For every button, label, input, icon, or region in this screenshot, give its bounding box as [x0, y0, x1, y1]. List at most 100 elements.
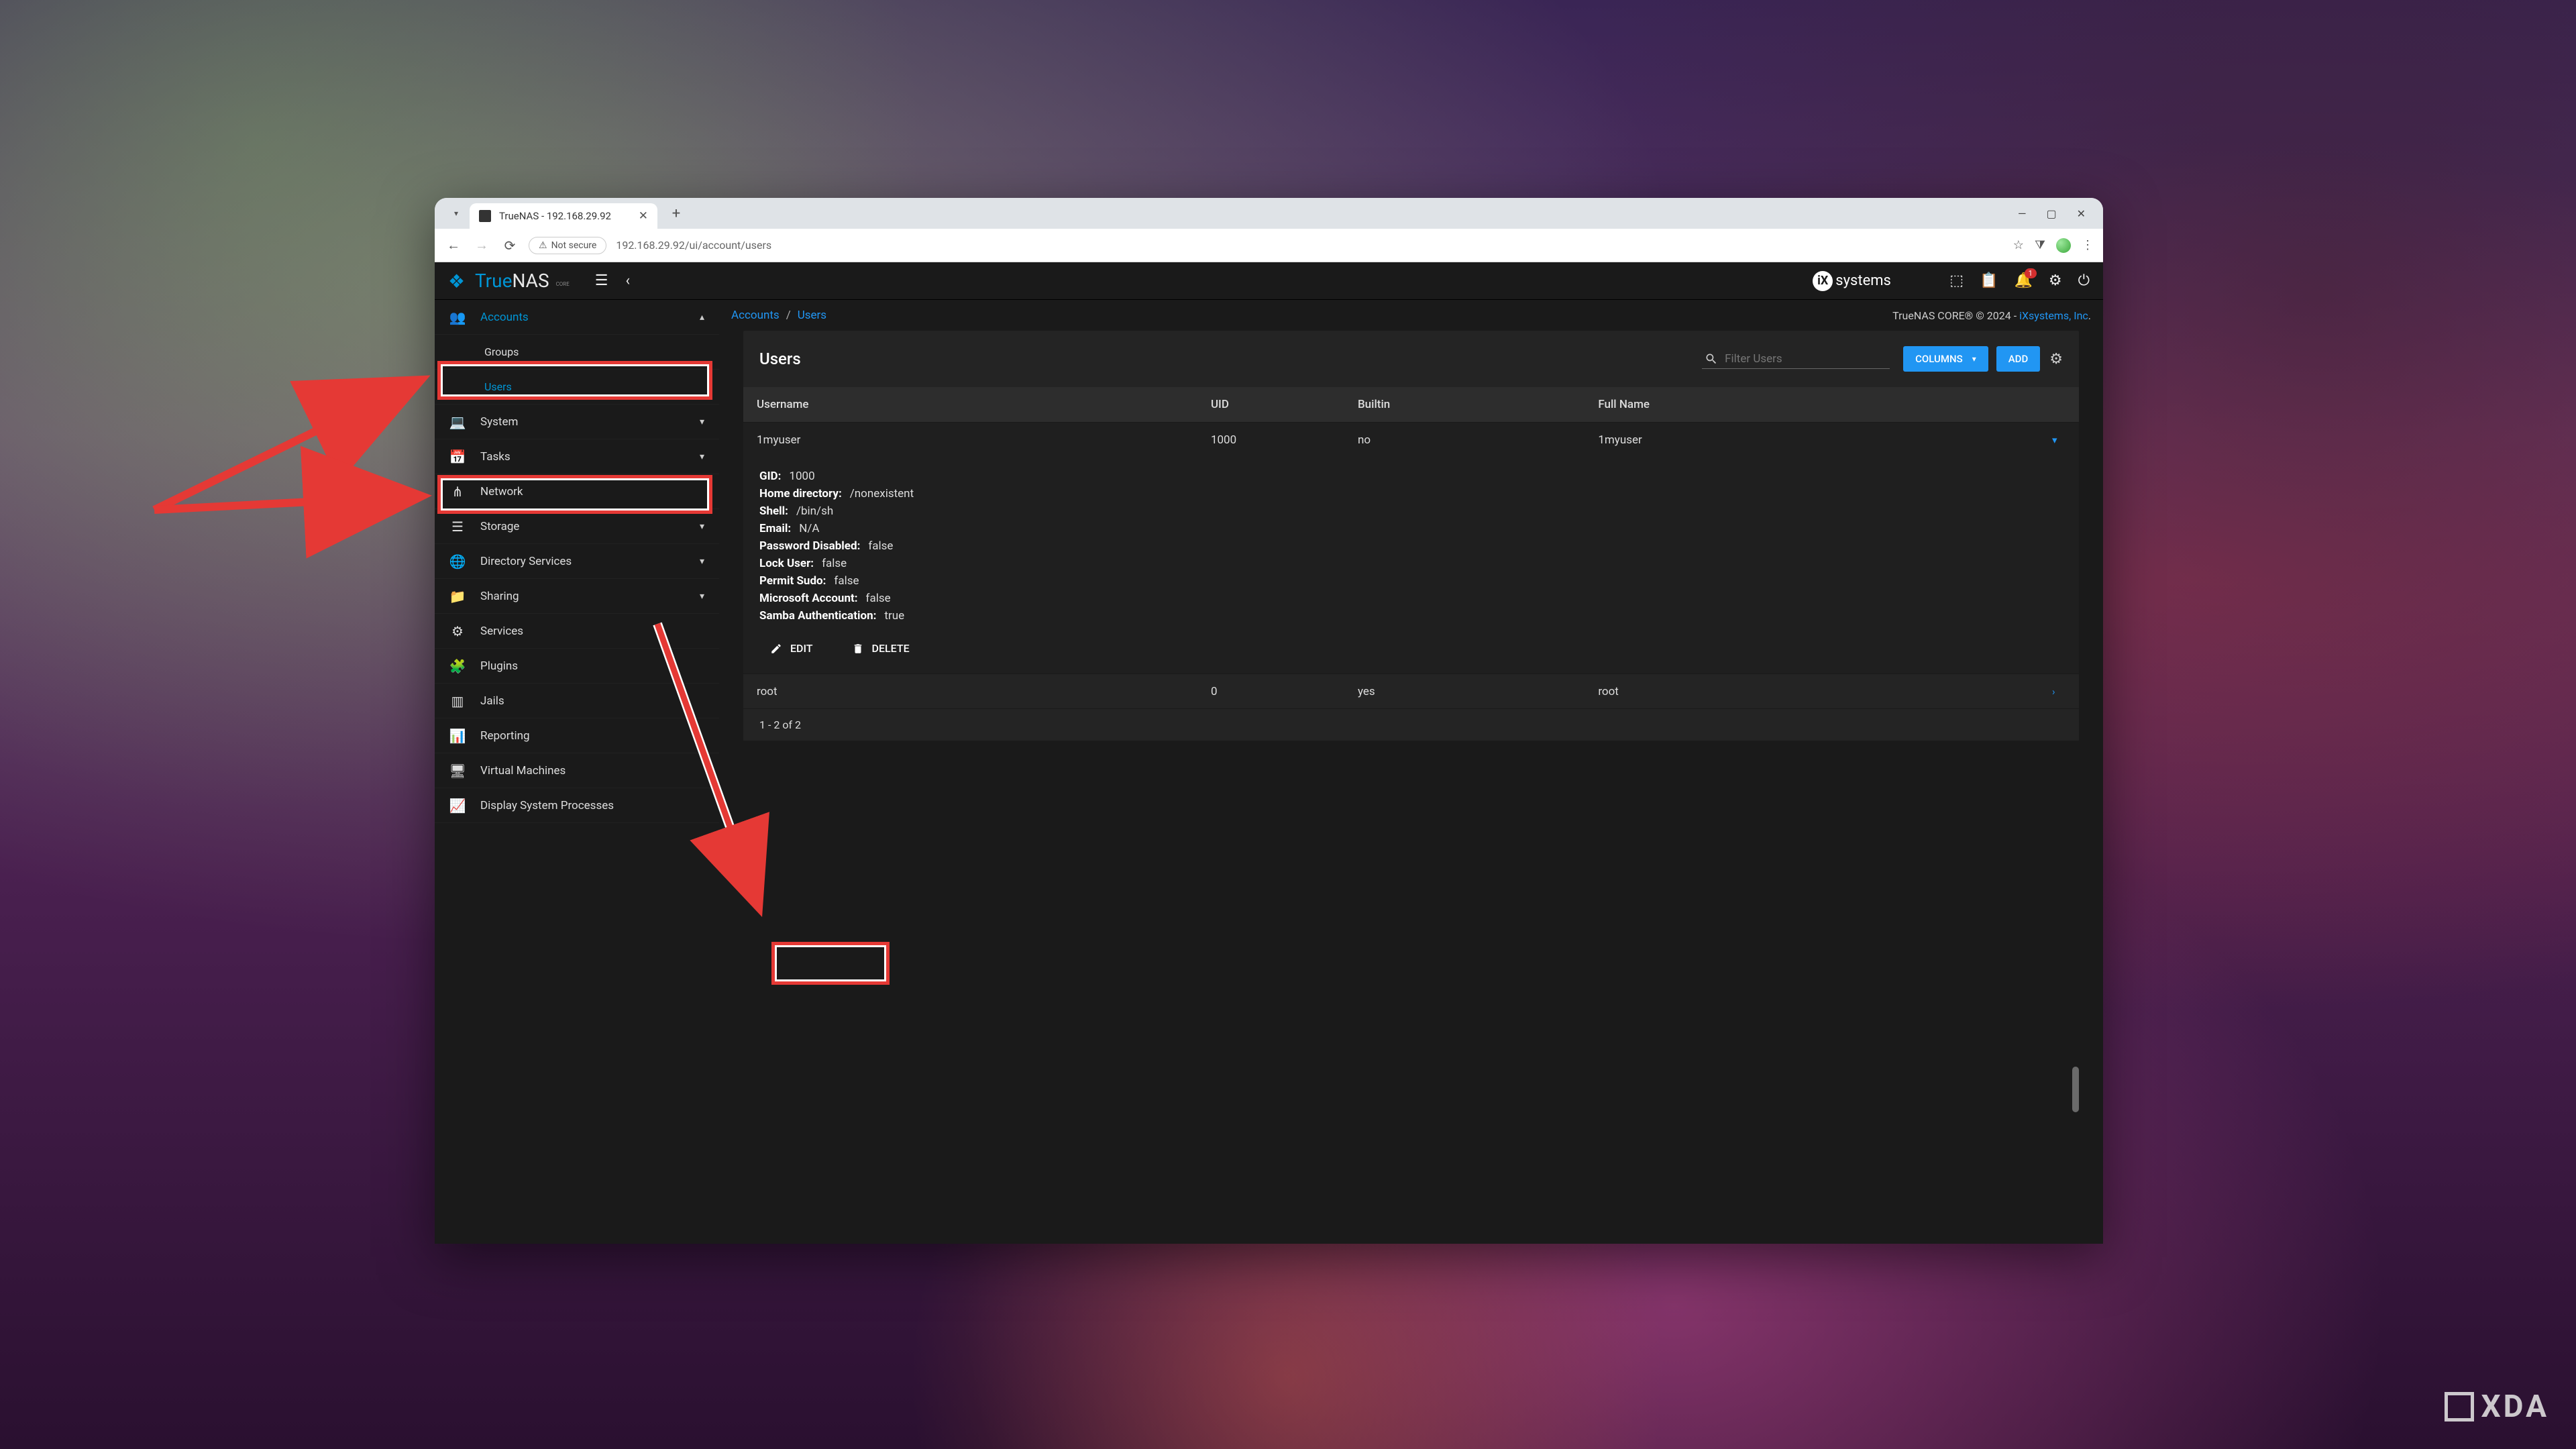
sidebar-item-groups[interactable]: Groups: [435, 335, 719, 370]
table-row[interactable]: 1myuser 1000 no 1myuser ▾: [743, 422, 2079, 457]
disk-icon: ☰: [449, 519, 466, 535]
ix-mark-icon: iX: [1813, 271, 1833, 291]
security-chip[interactable]: ⚠ Not secure: [529, 237, 606, 254]
filter-input[interactable]: [1725, 352, 1887, 366]
calendar-icon: 📅: [449, 449, 466, 465]
laptop-icon: 💻: [449, 414, 466, 430]
sidebar-item-label: Reporting: [480, 729, 530, 743]
sidebar-item-label: Plugins: [480, 659, 518, 673]
sidebar-item-label: System: [480, 415, 518, 429]
star-icon[interactable]: ☆: [2013, 238, 2024, 252]
breadcrumb: Accounts / Users TrueNAS CORE® © 2024 - …: [719, 300, 2103, 331]
expand-icon[interactable]: ›: [2039, 686, 2079, 698]
col-builtin[interactable]: Builtin: [1344, 398, 1585, 411]
window-controls: — ▢ ✕: [2018, 207, 2103, 220]
sidebar-item-label: Services: [480, 625, 523, 638]
back-icon[interactable]: ←: [444, 236, 463, 255]
cube-icon[interactable]: ⬚: [1949, 272, 1964, 289]
sidebar-item-network[interactable]: ⋔ Network: [435, 474, 719, 509]
warning-icon: ⚠: [539, 240, 547, 251]
row-details: GID:1000Home directory:/nonexistentShell…: [743, 457, 2079, 674]
vm-icon: 🖥: [449, 763, 466, 779]
close-window-icon[interactable]: ✕: [2077, 207, 2086, 220]
page-title: Users: [759, 350, 801, 368]
people-icon: 👥: [449, 309, 466, 325]
tab-dropdown[interactable]: ▾: [443, 203, 470, 224]
sidebar-item-services[interactable]: ⚙Services: [435, 614, 719, 649]
ixsystems-logo[interactable]: iX systems: [1813, 271, 1933, 291]
delete-button[interactable]: DELETE: [841, 637, 920, 660]
columns-button[interactable]: COLUMNS: [1903, 346, 1988, 372]
minimize-icon[interactable]: —: [2018, 207, 2027, 220]
browser-tab[interactable]: TrueNAS - 192.168.29.92 ✕: [470, 203, 657, 229]
profile-avatar[interactable]: [2056, 238, 2071, 253]
sidebar-item-storage[interactable]: ☰ Storage ▾: [435, 509, 719, 544]
sidebar-item-label: Sharing: [480, 590, 519, 603]
sidebar-item-directory-services[interactable]: 🌐Directory Services▾: [435, 544, 719, 579]
table-header: Username UID Builtin Full Name: [743, 387, 2079, 422]
col-uid[interactable]: UID: [1197, 398, 1344, 411]
col-username[interactable]: Username: [743, 398, 1197, 411]
maximize-icon[interactable]: ▢: [2046, 207, 2056, 220]
url-text[interactable]: 192.168.29.92/ui/account/users: [616, 239, 771, 252]
col-fullname[interactable]: Full Name: [1585, 398, 2039, 411]
chart-icon: 📊: [449, 728, 466, 744]
notifications-icon[interactable]: 🔔1: [2014, 272, 2032, 289]
truenas-logo[interactable]: ❖ TrueNAS CORE: [448, 270, 570, 292]
sidebar-item-system[interactable]: 💻System▾: [435, 405, 719, 439]
sidebar-item-label: Users: [484, 380, 512, 393]
sidebar-item-display-system-processes[interactable]: 📈Display System Processes: [435, 788, 719, 823]
share-icon: ⋔: [449, 484, 466, 500]
jail-icon: ▥: [449, 693, 466, 709]
hamburger-icon[interactable]: ☰: [595, 272, 608, 289]
filter-search[interactable]: [1702, 350, 1890, 369]
ixsystems-link[interactable]: iXsystems, Inc: [2019, 309, 2088, 322]
address-bar: ← → ⟳ ⚠ Not secure 192.168.29.92/ui/acco…: [435, 229, 2103, 262]
pencil-icon: [770, 643, 782, 655]
sidebar-item-label: Display System Processes: [480, 799, 614, 812]
power-icon[interactable]: ⏻: [2078, 272, 2090, 289]
clipboard-icon[interactable]: 📋: [1980, 272, 1998, 289]
tab-favicon: [479, 210, 491, 222]
reload-icon[interactable]: ⟳: [500, 236, 519, 255]
expand-icon[interactable]: ▾: [2039, 434, 2079, 446]
sidebar-item-label: Network: [480, 485, 523, 498]
browser-window: ▾ TrueNAS - 192.168.29.92 ✕ + — ▢ ✕ ← → …: [435, 198, 2103, 1244]
sidebar-item-virtual-machines[interactable]: 🖥Virtual Machines: [435, 753, 719, 788]
trash-icon: [852, 643, 864, 655]
sidebar: 👥Accounts▴Groups Users 💻 System ▾ 📅Tasks▾ ⋔ Net…: [435, 300, 719, 1244]
chevron-icon: ▾: [700, 556, 704, 567]
gear-icon[interactable]: ⚙: [2049, 272, 2062, 289]
puzzle-icon: 🧩: [449, 658, 466, 674]
add-button[interactable]: ADD: [1996, 346, 2041, 372]
tab-title: TrueNAS - 192.168.29.92: [499, 210, 631, 222]
extensions-icon[interactable]: ⧩: [2035, 238, 2045, 252]
sidebar-item-jails[interactable]: ▥Jails: [435, 684, 719, 718]
sidebar-item-users[interactable]: Users: [435, 370, 719, 405]
breadcrumb-accounts[interactable]: Accounts: [731, 309, 780, 322]
sidebar-item-tasks[interactable]: 📅Tasks▾: [435, 439, 719, 474]
table-row[interactable]: root 0 yes root ›: [743, 674, 2079, 708]
security-label: Not secure: [551, 240, 597, 251]
search-icon: [1705, 352, 1718, 366]
sidebar-item-sharing[interactable]: 📁Sharing▾: [435, 579, 719, 614]
breadcrumb-users[interactable]: Users: [798, 309, 826, 322]
table-settings-icon[interactable]: ⚙: [2049, 351, 2063, 368]
sidebar-item-accounts[interactable]: 👥Accounts▴: [435, 300, 719, 335]
sidebar-item-label: Storage: [480, 520, 519, 533]
truenas-app: ❖ TrueNAS CORE ☰ ‹ iX systems ⬚ 📋 🔔1 ⚙ ⏻: [435, 262, 2103, 1244]
close-icon[interactable]: ✕: [639, 209, 648, 223]
sidebar-item-plugins[interactable]: 🧩 Plugins: [435, 649, 719, 684]
logo-icon: ❖: [448, 270, 470, 292]
users-panel: Users COLUMNS ADD ⚙ Username: [743, 331, 2079, 741]
sidebar-item-reporting[interactable]: 📊 Reporting: [435, 718, 719, 753]
new-tab-button[interactable]: +: [665, 205, 687, 222]
globe-icon: 🌐: [449, 553, 466, 570]
chevron-icon: ▾: [700, 521, 704, 532]
edit-button[interactable]: EDIT: [759, 637, 824, 660]
chevron-left-icon[interactable]: ‹: [626, 272, 631, 289]
menu-icon[interactable]: ⋮: [2082, 238, 2094, 252]
forward-icon[interactable]: →: [472, 236, 491, 255]
scrollbar-thumb[interactable]: [2072, 1067, 2079, 1112]
app-topbar: ❖ TrueNAS CORE ☰ ‹ iX systems ⬚ 📋 🔔1 ⚙ ⏻: [435, 262, 2103, 300]
